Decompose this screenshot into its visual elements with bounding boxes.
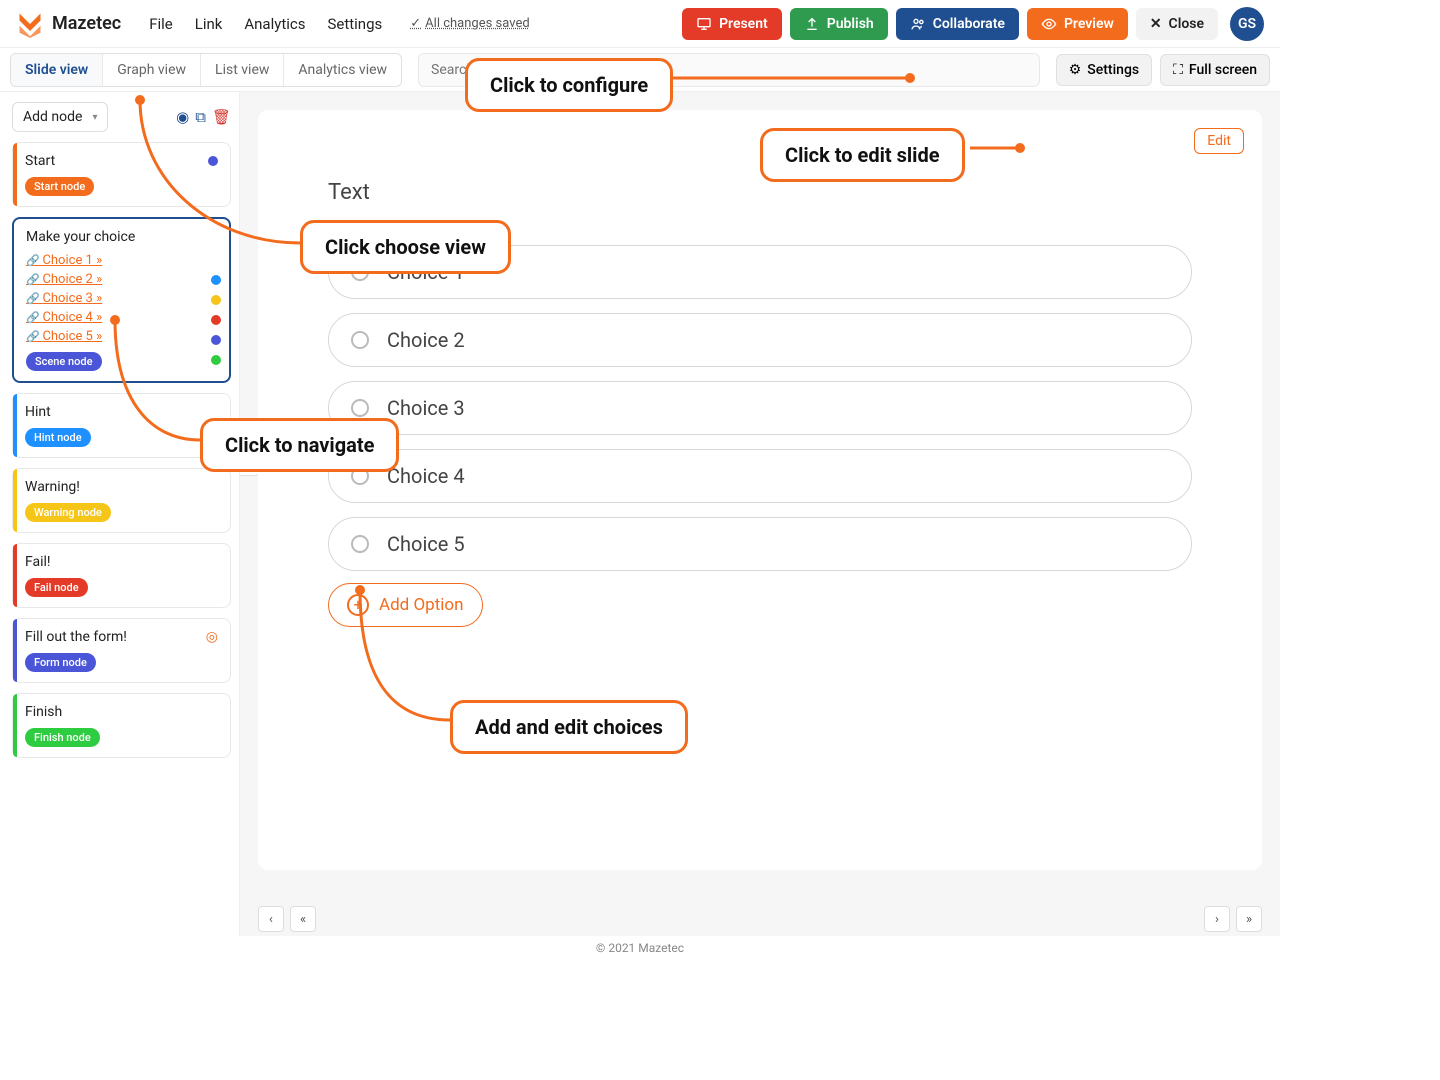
present-icon xyxy=(696,16,712,32)
choice-links: Choice 1 Choice 2 Choice 3 Choice 4 Choi… xyxy=(26,253,217,344)
node-card-choice[interactable]: Make your choice Choice 1 Choice 2 Choic… xyxy=(12,217,231,383)
upload-icon xyxy=(804,16,820,32)
option-row[interactable]: Choice 5 xyxy=(328,517,1192,571)
node-sidebar: Add node ▾ ◉ ⧉ 🗑 Start Start node Make y… xyxy=(0,92,240,936)
user-avatar[interactable]: GS xyxy=(1230,7,1264,41)
trash-icon[interactable]: 🗑 xyxy=(212,108,231,126)
node-badge-fail: Fail node xyxy=(25,578,88,597)
logo-icon xyxy=(16,10,44,38)
node-badge-hint: Hint node xyxy=(25,428,91,447)
tab-list-view[interactable]: List view xyxy=(201,54,284,86)
tab-analytics-view[interactable]: Analytics view xyxy=(284,54,401,86)
option-row[interactable]: Choice 3 xyxy=(328,381,1192,435)
footer-copyright: © 2021 Mazetec xyxy=(0,936,1280,960)
expand-icon: ⛶ xyxy=(1173,62,1183,78)
present-button[interactable]: Present xyxy=(682,8,782,40)
target-icon: ◎ xyxy=(206,629,218,645)
callout-edit-slide: Click to edit slide xyxy=(760,128,965,182)
menu-analytics[interactable]: Analytics xyxy=(244,15,305,33)
main-menu: File Link Analytics Settings xyxy=(149,15,382,33)
choice-link[interactable]: Choice 2 xyxy=(26,272,217,287)
save-status-text: All changes saved xyxy=(425,16,530,31)
plus-icon: + xyxy=(347,594,369,616)
menu-link[interactable]: Link xyxy=(195,15,223,33)
node-badge-form: Form node xyxy=(25,653,96,672)
gear-icon: ⚙ xyxy=(1069,62,1082,78)
node-badge-start: Start node xyxy=(25,177,94,196)
node-card-hint[interactable]: Hint Hint node xyxy=(12,393,231,458)
add-node-dropdown[interactable]: Add node ▾ xyxy=(12,102,108,132)
node-card-form[interactable]: Fill out the form!◎ Form node xyxy=(12,618,231,683)
callout-navigate: Click to navigate xyxy=(200,418,399,472)
link-dot xyxy=(211,275,221,285)
view-tabs: Slide view Graph view List view Analytic… xyxy=(10,53,402,87)
link-dot xyxy=(211,335,221,345)
nav-arrows-right: › » xyxy=(1204,906,1262,932)
link-dot xyxy=(208,156,218,166)
save-status: ✓ All changes saved xyxy=(410,16,529,31)
check-icon: ✓ xyxy=(410,16,421,31)
eye-icon xyxy=(1041,16,1057,32)
collaborate-button[interactable]: Collaborate xyxy=(896,8,1019,40)
brand-logo: Mazetec xyxy=(16,10,121,38)
add-option-button[interactable]: + Add Option xyxy=(328,583,483,627)
slide-text-label: Text xyxy=(328,180,1192,205)
copy-icon[interactable]: ⧉ xyxy=(195,108,206,126)
radio-icon xyxy=(351,399,369,417)
fullscreen-button[interactable]: ⛶ Full screen xyxy=(1160,54,1270,86)
brand-name: Mazetec xyxy=(52,13,121,34)
node-badge-scene: Scene node xyxy=(26,352,102,371)
nav-arrows-left: ‹ « xyxy=(258,906,316,932)
first-button[interactable]: « xyxy=(290,906,316,932)
menu-settings[interactable]: Settings xyxy=(327,15,382,33)
close-icon: ✕ xyxy=(1150,16,1162,32)
node-badge-warning: Warning node xyxy=(25,503,111,522)
top-header: Mazetec File Link Analytics Settings ✓ A… xyxy=(0,0,1280,48)
menu-file[interactable]: File xyxy=(149,15,173,33)
last-button[interactable]: » xyxy=(1236,906,1262,932)
people-icon xyxy=(910,16,926,32)
node-card-finish[interactable]: Finish Finish node xyxy=(12,693,231,758)
choice-link[interactable]: Choice 4 xyxy=(26,310,217,325)
tab-graph-view[interactable]: Graph view xyxy=(103,54,201,86)
node-card-warning[interactable]: Warning! Warning node xyxy=(12,468,231,533)
settings-button[interactable]: ⚙ Settings xyxy=(1056,54,1152,86)
chevron-down-icon: ▾ xyxy=(92,112,97,123)
node-card-fail[interactable]: Fail! Fail node xyxy=(12,543,231,608)
node-badge-finish: Finish node xyxy=(25,728,100,747)
options-list: Choice 1 Choice 2 Choice 3 Choice 4 Choi… xyxy=(328,245,1192,571)
option-row[interactable]: Choice 4 xyxy=(328,449,1192,503)
edit-slide-button[interactable]: Edit xyxy=(1194,128,1244,154)
link-dot xyxy=(211,355,221,365)
node-card-start[interactable]: Start Start node xyxy=(12,142,231,207)
radio-icon xyxy=(351,331,369,349)
publish-button[interactable]: Publish xyxy=(790,8,888,40)
link-dot xyxy=(211,315,221,325)
choice-link[interactable]: Choice 1 xyxy=(26,253,217,268)
tab-slide-view[interactable]: Slide view xyxy=(11,54,103,86)
choice-link[interactable]: Choice 3 xyxy=(26,291,217,306)
callout-choose-view: Click choose view xyxy=(300,220,511,274)
option-row[interactable]: Choice 2 xyxy=(328,313,1192,367)
close-button[interactable]: ✕ Close xyxy=(1136,8,1218,40)
preview-button[interactable]: Preview xyxy=(1027,8,1128,40)
radio-icon xyxy=(351,535,369,553)
link-dot xyxy=(211,295,221,305)
callout-add-edit: Add and edit choices xyxy=(450,700,688,754)
choice-link[interactable]: Choice 5 xyxy=(26,329,217,344)
play-icon[interactable]: ◉ xyxy=(176,108,189,126)
slide-canvas: ‹ Edit Text Choice 1 Choice 2 Choice 3 C… xyxy=(240,92,1280,936)
main-area: Add node ▾ ◉ ⧉ 🗑 Start Start node Make y… xyxy=(0,92,1280,936)
next-button[interactable]: › xyxy=(1204,906,1230,932)
callout-configure: Click to configure xyxy=(465,58,673,112)
prev-button[interactable]: ‹ xyxy=(258,906,284,932)
